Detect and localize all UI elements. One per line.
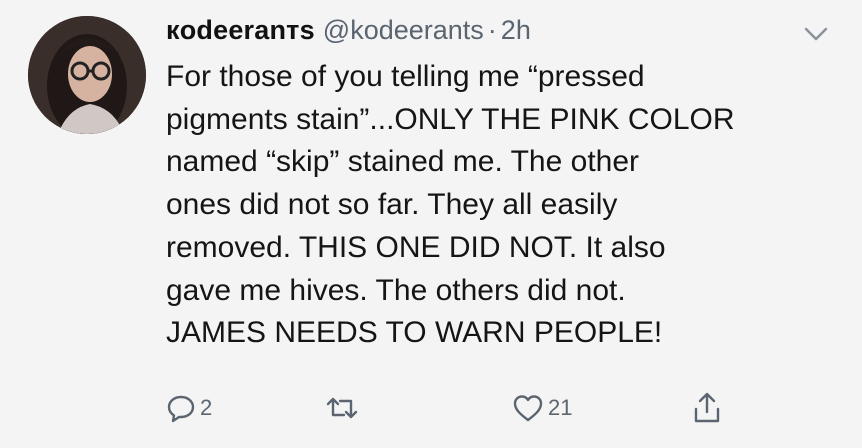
reply-button[interactable]: 2 [166, 386, 212, 430]
retweet-button[interactable] [324, 386, 364, 430]
heart-icon [513, 395, 543, 422]
reply-count: 2 [200, 395, 213, 420]
like-count: 21 [548, 395, 573, 420]
reply-icon [167, 395, 195, 423]
tweet-header: кodeeranтs @kodeerants · 2h [166, 12, 531, 48]
tweet-text-line: For those of you telling me “pressed [166, 60, 645, 93]
tweet-text-line: pigments stain”...ONLY THE PINK COLOR [166, 102, 735, 136]
like-button[interactable]: 21 [512, 386, 572, 430]
avatar-image [28, 16, 146, 134]
tweet-text: For those of you telling me “pressed pig… [166, 56, 846, 355]
tweet-timestamp[interactable]: 2h [501, 15, 531, 45]
tweet-text-line: gave me hives. The others did not. [166, 273, 626, 307]
tweet-card: кodeeranтs @kodeerants · 2h For those of yo… [0, 0, 862, 448]
avatar[interactable] [28, 16, 146, 134]
share-button[interactable] [692, 386, 726, 430]
tweet-actions: 2 21 [166, 386, 766, 430]
tweet-text-line: JAMES NEEDS TO WARN PEOPLE! [166, 316, 663, 350]
tweet-text-line: ones did not so far. They all easily [166, 188, 618, 222]
share-icon [694, 392, 720, 423]
display-name[interactable]: кodeeranтs [166, 15, 315, 45]
user-handle[interactable]: @kodeerants [323, 15, 484, 45]
tweet-text-line: named “skip” stained me. The other [166, 145, 640, 179]
tweet-text-line: removed. THIS ONE DID NOT. It also [166, 230, 666, 264]
retweet-icon [326, 397, 358, 419]
separator-dot: · [487, 15, 497, 45]
more-options-chevron-icon[interactable] [802, 24, 830, 44]
